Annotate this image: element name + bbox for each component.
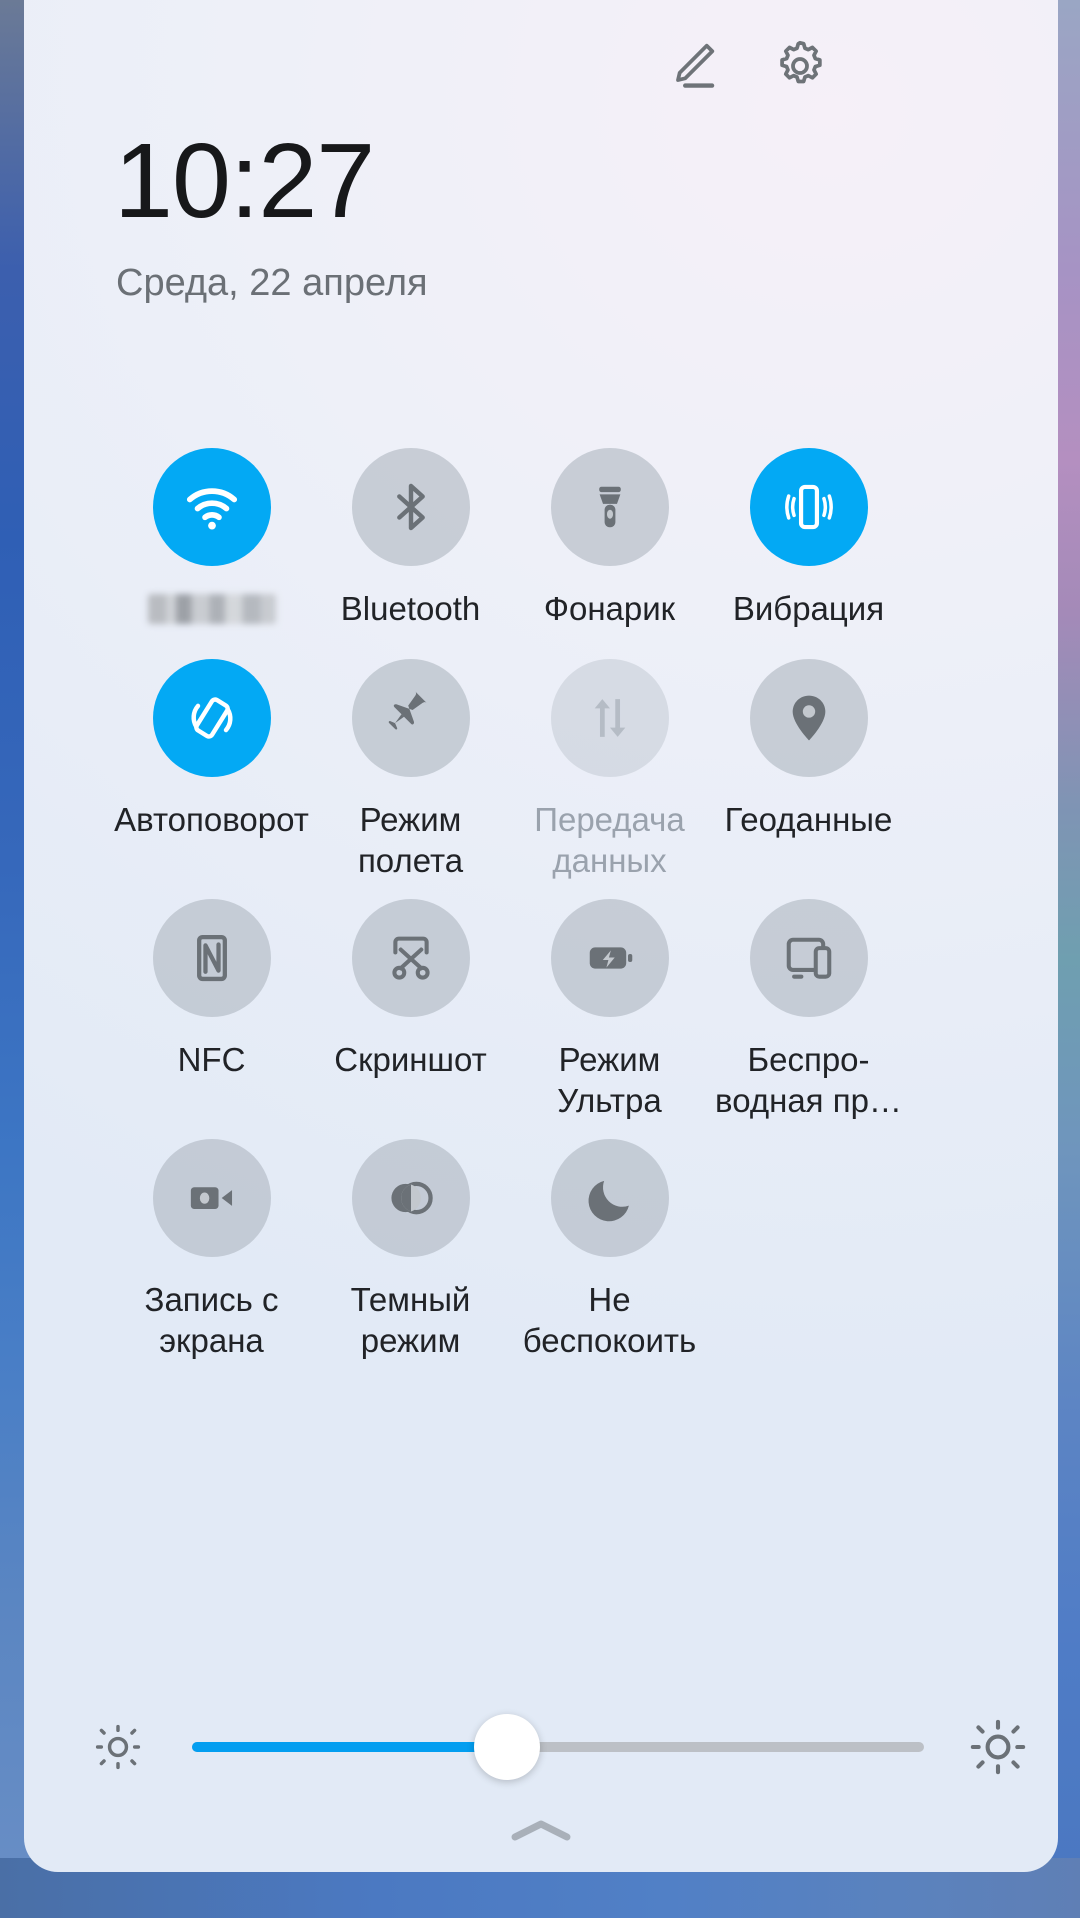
quick-toggle-vibration[interactable]: Вибрация	[709, 448, 908, 629]
tile-label: Фонарик	[543, 590, 676, 627]
brightness-fill	[192, 1742, 507, 1752]
quick-toggle-wireless-projection[interactable]: Беспро-водная пр…	[709, 899, 908, 1121]
tile-label: Запись с экрана	[144, 1281, 279, 1359]
cast-devices-icon	[749, 899, 868, 1017]
gear-icon[interactable]	[768, 34, 832, 98]
quick-toggle-bluetooth[interactable]: Bluetooth	[311, 448, 510, 629]
quick-settings-panel: 10:27 Среда, 22 апреля Bluetooth Фонарик…	[24, 0, 1058, 1872]
quick-toggle-location[interactable]: Геоданные	[709, 659, 908, 881]
quick-toggle-grid: Bluetooth Фонарик Вибрация Автоповорот Р…	[24, 448, 1058, 1361]
brightness-knob[interactable]	[473, 1714, 540, 1780]
location-pin-icon	[749, 659, 868, 777]
brightness-low-icon[interactable]	[58, 1721, 178, 1773]
tile-label: Передача данных	[534, 801, 685, 879]
tile-label: Скриншот	[334, 1041, 487, 1078]
panel-header	[24, 0, 1058, 130]
wifi-icon	[152, 448, 271, 566]
tile-label: Bluetooth	[340, 590, 481, 627]
brightness-high-icon[interactable]	[938, 1718, 1058, 1776]
chevron-up-icon[interactable]	[496, 1810, 586, 1850]
flashlight-icon	[550, 448, 669, 566]
tile-label: Автоповорот	[114, 801, 309, 838]
auto-rotate-icon	[152, 659, 271, 777]
quick-toggle-dark-mode[interactable]: Темный режим	[311, 1139, 510, 1361]
quick-toggle-airplane-mode[interactable]: Режим полета	[311, 659, 510, 881]
toggle-row: Bluetooth Фонарик Вибрация	[24, 448, 1058, 629]
airplane-icon	[351, 659, 470, 777]
quick-toggle-mobile-data[interactable]: Передача данных	[510, 659, 709, 881]
vibration-icon	[749, 448, 868, 566]
toggle-row: Запись с экрана Темный режим Не беспокои…	[24, 1139, 1058, 1361]
moon-icon	[550, 1139, 669, 1257]
brightness-track[interactable]	[192, 1714, 924, 1780]
tile-label: Режим полета	[357, 801, 464, 879]
tile-label: Режим Ультра	[557, 1041, 662, 1119]
wifi-network-name-blurred	[147, 594, 276, 624]
bluetooth-icon	[351, 448, 470, 566]
camcorder-icon	[152, 1139, 271, 1257]
tile-label: Геоданные	[724, 801, 893, 838]
quick-toggle-do-not-disturb[interactable]: Не беспокоить	[510, 1139, 709, 1361]
quick-toggle-wifi[interactable]	[112, 448, 311, 629]
quick-toggle-nfc[interactable]: NFC	[112, 899, 311, 1121]
tile-label: NFC	[177, 1041, 246, 1078]
nfc-icon	[152, 899, 271, 1017]
battery-bolt-icon	[550, 899, 669, 1017]
tile-label: Вибрация	[732, 590, 885, 627]
clock-time: 10:27	[114, 122, 375, 240]
dark-mode-icon	[351, 1139, 470, 1257]
quick-toggle-auto-rotate[interactable]: Автоповорот	[112, 659, 311, 881]
toggle-row: NFC Скриншот Режим Ультра Беспро-водная …	[24, 899, 1058, 1121]
clock-date: Среда, 22 апреля	[116, 262, 428, 304]
quick-toggle-ultra-power-mode[interactable]: Режим Ультра	[510, 899, 709, 1121]
quick-toggle-flashlight[interactable]: Фонарик	[510, 448, 709, 629]
tile-label: Не беспокоить	[522, 1281, 697, 1359]
quick-toggle-screen-record[interactable]: Запись с экрана	[112, 1139, 311, 1361]
scissors-icon	[351, 899, 470, 1017]
quick-toggle-empty-slot	[709, 1139, 908, 1361]
pencil-edit-icon[interactable]	[660, 34, 724, 98]
tile-label: Беспро-водная пр…	[715, 1041, 902, 1119]
tile-label: Темный режим	[350, 1281, 471, 1359]
quick-toggle-screenshot[interactable]: Скриншот	[311, 899, 510, 1121]
toggle-row: Автоповорот Режим полета Передача данных…	[24, 659, 1058, 881]
brightness-slider-row[interactable]	[24, 1714, 1058, 1780]
data-transfer-icon	[550, 659, 669, 777]
